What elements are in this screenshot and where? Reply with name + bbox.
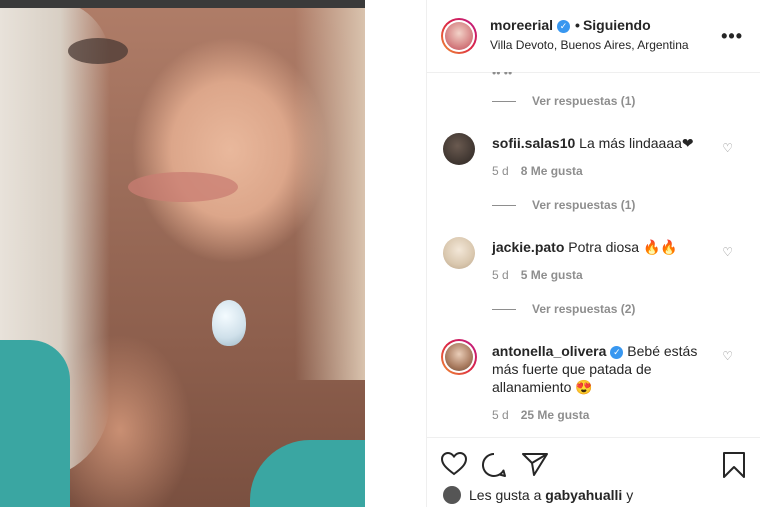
comment-like-heart-icon[interactable]: ♡ <box>722 141 733 155</box>
photo-gap <box>365 0 426 507</box>
comment-likes[interactable]: 5 Me gusta <box>521 268 583 282</box>
verified-badge-icon: ✓ <box>557 20 571 33</box>
comment-text-block: jackie.pato Potra diosa 🔥🔥 <box>492 238 717 256</box>
liked-by-suffix: y <box>626 487 634 503</box>
commenter-avatar[interactable] <box>443 133 475 165</box>
photo-lips <box>128 172 238 202</box>
reply-dash <box>492 204 516 206</box>
post-location[interactable]: Villa Devoto, Buenos Aires, Argentina <box>490 38 689 52</box>
bookmark-icon[interactable] <box>723 452 745 478</box>
comment-meta: 5 d 8 Me gusta <box>492 164 583 178</box>
comment-age: 5 d <box>492 164 509 178</box>
author-line: moreerial ✓ • Siguiendo <box>490 17 651 35</box>
liker-username[interactable]: gabyahualli <box>545 487 622 503</box>
photo-top-cloth <box>0 340 70 507</box>
commenter-avatar[interactable] <box>443 237 475 269</box>
reply-dash <box>492 308 516 310</box>
separator-dot: • <box>575 17 580 33</box>
comment-text-block: antonella_olivera ✓ Bebé estás más fuerte… <box>492 342 717 396</box>
view-replies-button[interactable]: Ver respuestas (1) <box>492 198 635 212</box>
comments-list[interactable]: •• •• Ver respuestas (1) sofii.salas10 L… <box>427 72 760 437</box>
author-avatar[interactable] <box>441 18 477 54</box>
liked-by-prefix: Les gusta a <box>469 487 542 503</box>
liker-avatar[interactable] <box>443 486 461 504</box>
follow-status-button[interactable]: Siguiendo <box>583 17 651 33</box>
photo-strap <box>250 440 365 507</box>
comment-text: Potra diosa 🔥🔥 <box>568 239 678 255</box>
paper-plane-icon[interactable] <box>522 452 548 476</box>
commenter-username[interactable]: antonella_olivera <box>492 343 606 359</box>
view-replies-button[interactable]: Ver respuestas (1) <box>492 94 635 108</box>
commenter-username[interactable]: sofii.salas10 <box>492 135 575 151</box>
post-side-panel: moreerial ✓ • Siguiendo Villa Devoto, Bueno… <box>426 0 760 507</box>
comment-age: 5 d <box>492 408 509 422</box>
cropped-meta-fragment: •• •• <box>492 72 513 80</box>
comment-meta: 5 d 25 Me gusta <box>492 408 589 422</box>
comment-icon[interactable] <box>481 452 507 478</box>
heart-icon[interactable] <box>441 452 467 476</box>
view-replies-button[interactable]: Ver respuestas (2) <box>492 302 635 316</box>
comment-likes[interactable]: 25 Me gusta <box>521 408 590 422</box>
author-username[interactable]: moreerial <box>490 17 553 33</box>
reply-dash <box>492 100 516 102</box>
photo-hair-right <box>295 0 365 380</box>
comment-like-heart-icon[interactable]: ♡ <box>722 349 733 363</box>
post-header: moreerial ✓ • Siguiendo Villa Devoto, Bueno… <box>427 0 760 73</box>
view-replies-label: Ver respuestas (1) <box>532 198 636 212</box>
post-photo[interactable] <box>0 0 365 507</box>
photo-pendant <box>212 300 246 346</box>
comment-likes[interactable]: 8 Me gusta <box>521 164 583 178</box>
comment-text: La más lindaaaa❤ <box>579 135 694 151</box>
view-replies-label: Ver respuestas (1) <box>532 94 636 108</box>
verified-badge-icon: ✓ <box>610 346 624 359</box>
comment-like-heart-icon[interactable]: ♡ <box>722 245 733 259</box>
post-actions-bar: Les gusta a gabyahualli y <box>427 437 760 508</box>
more-options-icon[interactable]: ••• <box>721 26 743 47</box>
comment-age: 5 d <box>492 268 509 282</box>
liked-by-line: Les gusta a gabyahualli y <box>443 486 633 504</box>
photo-top-strip <box>0 0 365 8</box>
commenter-avatar[interactable] <box>441 339 477 375</box>
commenter-username[interactable]: jackie.pato <box>492 239 564 255</box>
view-replies-label: Ver respuestas (2) <box>532 302 636 316</box>
comment-text-block: sofii.salas10 La más lindaaaa❤ <box>492 134 717 152</box>
photo-eye <box>68 38 128 64</box>
comment-meta: 5 d 5 Me gusta <box>492 268 583 282</box>
